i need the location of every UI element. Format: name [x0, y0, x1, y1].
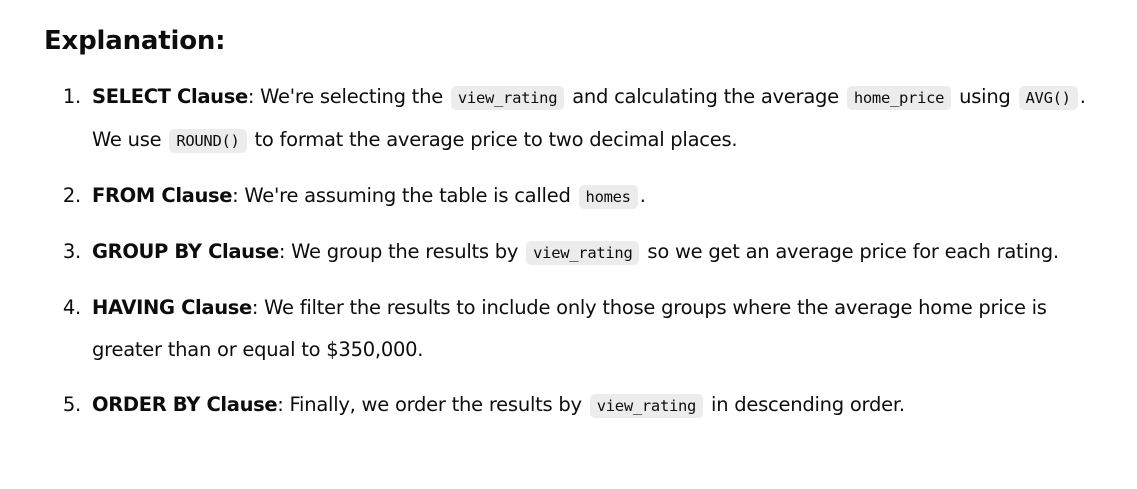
list-number: 2. — [62, 184, 81, 207]
list-item-having: 4. HAVING Clause: We filter the results t… — [0, 287, 1137, 371]
list-item-order-by: 5. ORDER BY Clause: Finally, we order the… — [0, 384, 1137, 427]
explanation-list: 1. SELECT Clause: We're selecting the vie… — [0, 76, 1137, 427]
item-text: . — [639, 184, 646, 207]
explanation-section: Explanation: 1. SELECT Clause: We're sele… — [0, 0, 1137, 489]
item-text: using — [953, 85, 1017, 108]
item-text: : Finally, we order the results by — [277, 393, 588, 416]
list-number: 5. — [62, 393, 81, 416]
item-text: : We group the results by — [278, 240, 525, 263]
inline-code: homes — [578, 185, 638, 209]
clause-name: HAVING Clause — [92, 296, 252, 319]
clause-name: FROM Clause — [92, 184, 233, 207]
item-text: : We're selecting the — [247, 85, 449, 108]
inline-code: view_rating — [589, 394, 704, 418]
list-number: 3. — [62, 240, 81, 263]
list-item-group-by: 3. GROUP BY Clause: We group the results … — [0, 231, 1137, 274]
inline-code: ROUND() — [169, 129, 247, 153]
inline-code: home_price — [846, 86, 952, 110]
list-item-select: 1. SELECT Clause: We're selecting the vie… — [0, 76, 1137, 162]
inline-code: view_rating — [526, 241, 640, 265]
item-text: in descending order. — [705, 393, 905, 416]
item-text: so we get an average price for each rati… — [641, 240, 1059, 263]
clause-name: SELECT Clause — [92, 85, 248, 108]
section-heading: Explanation: — [44, 26, 226, 56]
inline-code: view_rating — [450, 86, 565, 110]
list-number: 4. — [62, 296, 81, 319]
inline-code: AVG() — [1018, 86, 1078, 110]
clause-name: ORDER BY Clause — [92, 393, 278, 416]
item-text: and calculating the average — [566, 85, 845, 108]
clause-name: GROUP BY Clause — [92, 240, 279, 263]
item-text: to format the average price to two decim… — [248, 128, 738, 151]
list-item-from: 2. FROM Clause: We're assuming the table … — [0, 175, 1137, 218]
item-text: : We're assuming the table is called — [232, 184, 577, 207]
list-number: 1. — [62, 85, 81, 108]
